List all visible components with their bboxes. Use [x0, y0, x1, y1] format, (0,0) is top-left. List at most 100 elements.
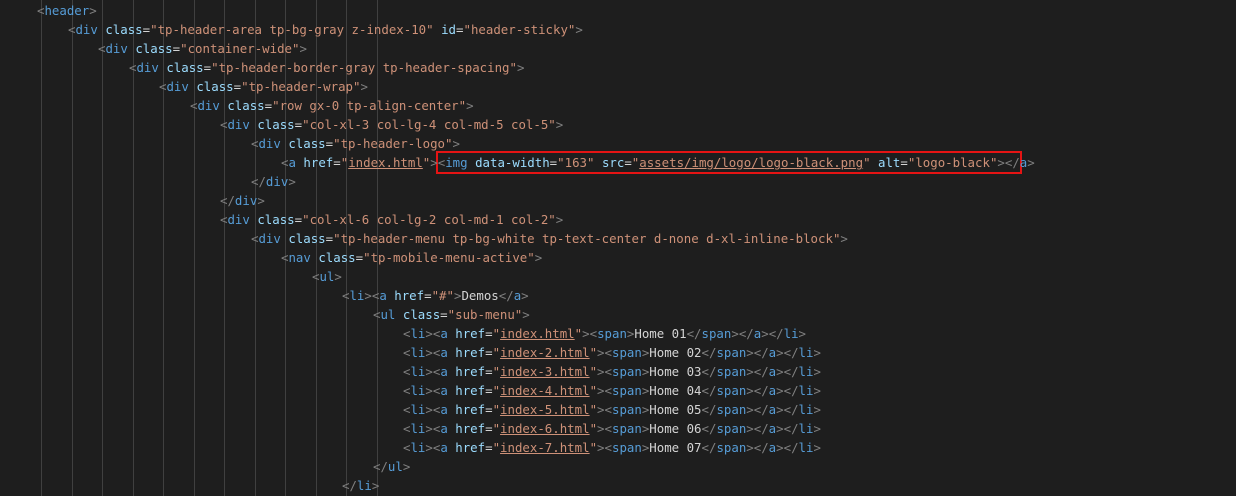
quote: "	[509, 60, 517, 75]
code-line[interactable]: <li><a href="index.html"><span>Home 01</…	[403, 324, 806, 343]
quote: "	[492, 440, 501, 455]
code-line[interactable]: <a href="index.html"><img data-width="16…	[281, 153, 1035, 172]
angle-bracket: </	[783, 402, 799, 417]
quote: "	[548, 117, 556, 132]
code-line[interactable]: <div class="row gx-0 tp-align-center">	[190, 96, 474, 115]
quote: "	[241, 79, 249, 94]
angle-bracket: >	[288, 174, 296, 189]
code-line[interactable]: </ul>	[373, 457, 410, 476]
code-line[interactable]: <div class="tp-header-area tp-bg-gray z-…	[68, 20, 583, 39]
quote: "	[589, 402, 598, 417]
tag-name: li	[798, 383, 814, 398]
tag-name: div	[234, 193, 258, 208]
code-line[interactable]: <div class="col-xl-3 col-lg-4 col-md-5 c…	[220, 115, 563, 134]
angle-bracket: >	[746, 421, 754, 436]
angle-bracket: </	[701, 345, 717, 360]
attribute-value: index-4.html	[500, 383, 590, 398]
angle-bracket: >	[776, 402, 784, 417]
angle-bracket: >	[430, 155, 438, 170]
tag-name: a	[440, 402, 448, 417]
angle-bracket: </	[783, 440, 799, 455]
code-line[interactable]: <li><a href="index-7.html"><span>Home 07…	[403, 438, 821, 457]
angle-bracket: >	[89, 3, 97, 18]
code-line[interactable]: <div class="container-wide">	[98, 39, 307, 58]
equals-sign: =	[485, 364, 493, 379]
code-line[interactable]: <li><a href="index-5.html"><span>Home 05…	[403, 400, 821, 419]
tag-name: span	[597, 326, 627, 341]
tag-name: span	[716, 364, 747, 379]
tag-name: li	[356, 478, 372, 493]
attribute-value: row gx-0 tp-align-center	[279, 98, 459, 113]
quote: "	[589, 383, 598, 398]
tag-name: li	[798, 364, 814, 379]
angle-bracket: >	[364, 288, 372, 303]
code-line[interactable]: <li><a href="index-6.html"><span>Home 06…	[403, 419, 821, 438]
code-line[interactable]: <li><a href="index-4.html"><span>Home 04…	[403, 381, 821, 400]
tag-name: ul	[380, 307, 396, 322]
link-text: Home 06	[649, 421, 702, 436]
attribute-value: tp-header-wrap	[248, 79, 354, 94]
code-line[interactable]: <div class="tp-header-wrap">	[159, 77, 368, 96]
code-line[interactable]: <div class="tp-header-border-gray tp-hea…	[129, 58, 524, 77]
code-line[interactable]: <ul>	[312, 267, 342, 286]
angle-bracket: </	[753, 364, 769, 379]
angle-bracket: >	[746, 402, 754, 417]
attribute-name: class	[288, 231, 326, 246]
attribute-value: logo-black	[915, 155, 990, 170]
code-line[interactable]: <div class="tp-header-menu tp-bg-white t…	[251, 229, 848, 248]
equals-sign: =	[333, 155, 341, 170]
quote: "	[426, 22, 434, 37]
angle-bracket: </	[753, 421, 769, 436]
code-line[interactable]: <li><a href="index-3.html"><span>Home 03…	[403, 362, 821, 381]
code-line[interactable]: <header>	[37, 1, 97, 20]
attribute-name: href	[455, 345, 486, 360]
code-line[interactable]: <nav class="tp-mobile-menu-active">	[281, 248, 542, 267]
tag-name: div	[197, 98, 220, 113]
code-line[interactable]: </div>	[220, 191, 265, 210]
tag-name: div	[136, 60, 159, 75]
tag-name: span	[611, 402, 642, 417]
angle-bracket: >	[425, 345, 433, 360]
quote: "	[492, 345, 501, 360]
indent-guide	[72, 0, 73, 496]
code-line[interactable]: <ul class="sub-menu">	[373, 305, 530, 324]
quote: "	[492, 383, 501, 398]
tag-name: li	[349, 288, 365, 303]
angle-bracket: >	[360, 79, 368, 94]
quote: "	[527, 250, 535, 265]
code-line[interactable]: <li><a href="#">Demos</a>	[342, 286, 529, 305]
equals-sign: =	[485, 345, 493, 360]
attribute-value: tp-mobile-menu-active	[370, 250, 528, 265]
angle-bracket: </	[753, 383, 769, 398]
code-editor[interactable]: <header> <div class="tp-header-area tp-bg…	[0, 0, 1236, 496]
angle-bracket: </	[701, 364, 717, 379]
tag-name: a	[440, 383, 448, 398]
attribute-name: src	[601, 155, 625, 170]
tag-name: a	[440, 421, 448, 436]
attribute-name: class	[105, 22, 143, 37]
attribute-name: class	[196, 79, 234, 94]
angle-bracket: <	[604, 383, 612, 398]
tag-name: img	[445, 155, 468, 170]
code-line[interactable]: </li>	[342, 476, 379, 495]
code-line[interactable]: </div>	[251, 172, 296, 191]
attribute-value: sub-menu	[455, 307, 515, 322]
equals-sign: =	[485, 440, 493, 455]
code-line[interactable]: <div class="col-xl-6 col-lg-2 col-md-1 c…	[220, 210, 563, 229]
code-line[interactable]: <div class="tp-header-logo">	[251, 134, 460, 153]
attribute-value: container-wide	[187, 41, 293, 56]
quote: "	[492, 402, 501, 417]
attribute-value: tp-header-border-gray tp-header-spacing	[218, 60, 510, 75]
attribute-name: class	[227, 98, 265, 113]
link-text: Home 02	[649, 345, 702, 360]
attribute-name: href	[394, 288, 425, 303]
angle-bracket: </	[783, 421, 799, 436]
tag-name: a	[440, 345, 448, 360]
quote: "	[333, 231, 341, 246]
tag-name: li	[798, 421, 814, 436]
angle-bracket: </	[373, 459, 388, 474]
code-line[interactable]: <li><a href="index-2.html"><span>Home 02…	[403, 343, 821, 362]
tag-name: a	[440, 364, 448, 379]
angle-bracket: >	[1027, 155, 1035, 170]
